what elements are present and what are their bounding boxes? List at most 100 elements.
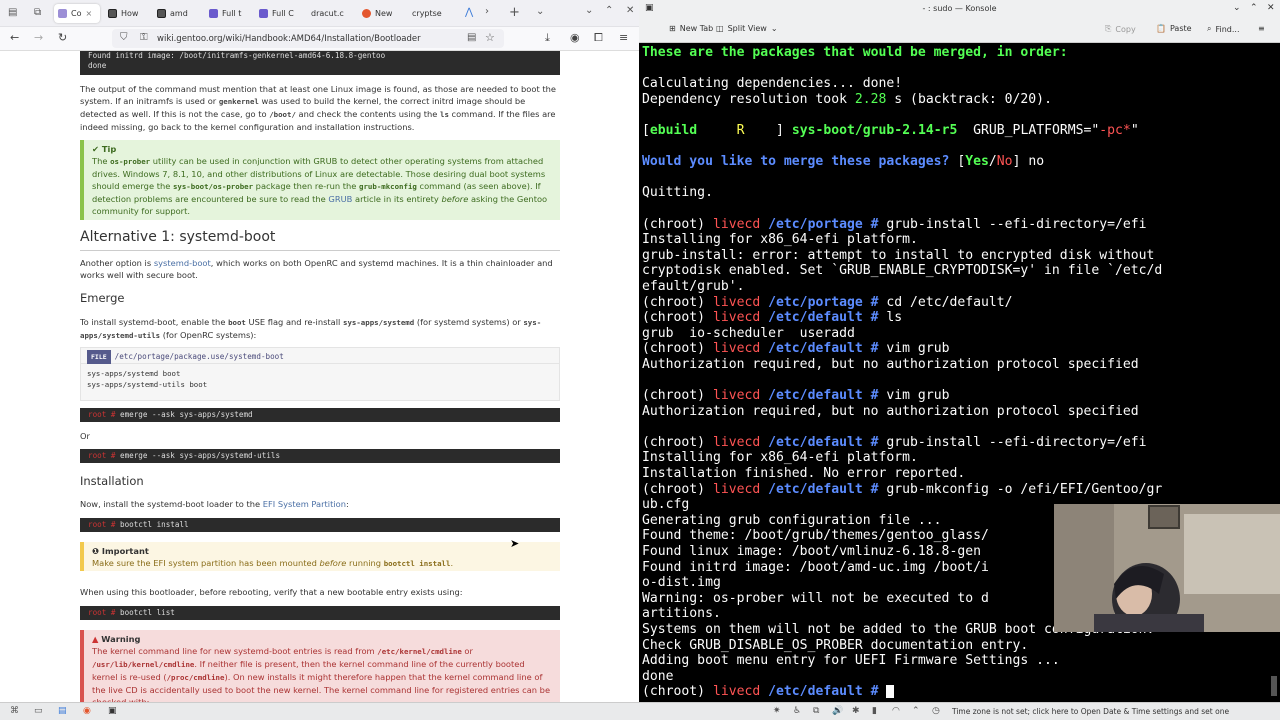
tab[interactable]: Full C — [259, 4, 299, 23]
reader-view-icon[interactable]: ▤ — [467, 32, 476, 43]
page-favicon-icon[interactable]: ⋀ — [465, 7, 473, 18]
forward-icon[interactable]: → — [34, 31, 43, 44]
accessibility-icon[interactable]: ♿ — [793, 706, 801, 716]
menu-button[interactable]: ≡ — [1258, 24, 1265, 33]
maximize-icon[interactable]: ⌃ — [1250, 0, 1258, 17]
app-launcher-icon[interactable]: ⌘ — [10, 706, 19, 716]
systemd-boot-link[interactable]: systemd-boot — [154, 258, 211, 268]
url-text[interactable]: wiki.gentoo.org/wiki/Handbook:AMD64/Inst… — [157, 34, 421, 44]
tab-close-icon[interactable]: × — [85, 9, 92, 18]
tip-body: The os-prober utility can be used in con… — [92, 155, 552, 217]
tab-list-icon[interactable]: ▤ — [8, 7, 17, 18]
tab[interactable]: How — [108, 4, 146, 23]
terminal-line: (chroot) livecd /etc/default # vim grub — [642, 341, 1274, 357]
prompt-dir: /etc/default # — [760, 341, 879, 357]
close-icon[interactable]: ✕ — [626, 5, 634, 16]
konsole-taskbar-icon[interactable]: ▣ — [108, 706, 117, 716]
shield-icon[interactable]: ⛉ — [120, 32, 128, 43]
text: Make sure the EFI system partition has b… — [92, 558, 320, 568]
lock-icon[interactable]: ⚿ — [140, 32, 148, 43]
split-view-button[interactable]: ◫ Split View ⌄ — [716, 24, 778, 33]
copy-button[interactable]: ⎘ Copy — [1105, 24, 1136, 34]
tab[interactable]: Full t — [209, 4, 249, 23]
tab[interactable]: amd — [157, 4, 197, 23]
battery-icon[interactable]: ▮ — [872, 706, 877, 716]
bluetooth-icon[interactable]: ✱ — [852, 706, 860, 716]
volume-icon[interactable]: 🔊 — [832, 706, 843, 716]
text: package then re-run the — [253, 181, 360, 191]
text: Dependency resolution took — [642, 91, 855, 107]
tab[interactable]: cryptse — [412, 4, 452, 23]
prompt-host: livecd — [712, 341, 761, 357]
text: Another option is — [80, 258, 154, 268]
desktop-icon[interactable]: ▭ — [34, 706, 43, 716]
bookmark-star-icon[interactable]: ☆ — [485, 31, 495, 44]
split-view-icon: ◫ — [716, 24, 724, 33]
tab-active[interactable]: Co × — [54, 4, 100, 23]
warning-body: The kernel command line for new systemd-… — [92, 645, 552, 702]
text: -pc* — [1099, 122, 1131, 138]
new-tab-icon[interactable]: + — [509, 5, 520, 20]
tray-icon[interactable]: ✷ — [773, 706, 781, 716]
tab[interactable]: dracut.c — [311, 4, 355, 23]
important-body: Make sure the EFI system partition has b… — [92, 557, 552, 570]
terminal-line: (chroot) livecd /etc/portage # cd /etc/d… — [642, 295, 1274, 311]
extensions-puzzle-icon[interactable]: ⧠ — [594, 31, 603, 45]
terminal-line: Authorization required, but no authoriza… — [642, 403, 1139, 419]
tab[interactable]: New — [362, 4, 402, 23]
minimize-icon[interactable]: ⌄ — [585, 5, 593, 16]
terminal-line: Adding boot menu entry for UEFI Firmware… — [642, 653, 1060, 669]
inline-code[interactable]: sys-apps/systemd — [343, 318, 414, 327]
important-box: ❶ Important Make sure the EFI system par… — [80, 542, 560, 571]
back-icon[interactable]: ← — [10, 31, 19, 44]
file-line: sys-apps/systemd boot — [87, 369, 181, 378]
downloads-icon[interactable]: ⤓ — [545, 31, 550, 45]
timezone-tooltip[interactable]: Time zone is not set; click here to Open… — [952, 707, 1229, 716]
chevron-right-icon[interactable]: › — [485, 6, 489, 17]
chevron-up-icon[interactable]: ⌃ — [912, 706, 920, 716]
command-text: bootctl install — [120, 520, 189, 529]
reload-icon[interactable]: ↻ — [58, 31, 67, 44]
text: Yes — [965, 154, 989, 170]
prompt-host: livecd — [712, 388, 761, 404]
find-button[interactable]: ⌕ Find... — [1207, 24, 1240, 34]
paragraph: Another option is systemd-boot, which wo… — [80, 257, 560, 281]
new-tab-button[interactable]: ⊞ New Tab — [669, 24, 713, 33]
extension-icon[interactable]: ◉ — [570, 31, 580, 44]
terminal-cursor — [886, 685, 895, 699]
firefox-icon[interactable]: ◉ — [83, 706, 91, 716]
url-bar[interactable]: ⛉ ⚿ wiki.gentoo.org/wiki/Handbook:AMD64/… — [112, 29, 504, 48]
terminal-line: (chroot) livecd /etc/default # grub-inst… — [642, 435, 1274, 451]
grub-link[interactable]: GRUB — [328, 194, 352, 204]
scrollbar-thumb[interactable] — [1271, 676, 1277, 696]
command-block: root # bootctl install — [80, 518, 560, 532]
clock-icon[interactable]: ◷ — [932, 706, 940, 716]
firefox-window: ▤ ⧉ Co × How amd Full t Full C dracut.c N… — [0, 0, 639, 702]
menu-icon[interactable]: ≡ — [619, 31, 628, 44]
tab-overview-icon[interactable]: ⧉ — [34, 7, 41, 18]
efi-partition-link[interactable]: EFI System Partition — [263, 499, 346, 509]
text: and check the contents using the — [295, 109, 440, 119]
network-icon[interactable]: ◠ — [892, 706, 900, 716]
terminal-line: grub io-scheduler useradd — [642, 325, 855, 341]
close-icon[interactable]: ✕ — [1267, 0, 1275, 17]
paste-button[interactable]: 📋 Paste — [1156, 24, 1192, 33]
page-favicon-icon — [209, 9, 218, 18]
file-manager-icon[interactable]: ▤ — [58, 706, 67, 716]
page-content: Found initrd image: /boot/initramfs-genk… — [0, 51, 639, 702]
warning-title-text: Warning — [101, 634, 141, 644]
important-title-text: Important — [101, 546, 149, 556]
chevron-down-icon[interactable]: ⌄ — [536, 6, 544, 17]
file-contents: sys-apps/systemd boot sys-apps/systemd-u… — [81, 364, 559, 394]
minimize-icon[interactable]: ⌄ — [1233, 0, 1241, 17]
command: grub-mkconfig -o /efi/EFI/Gentoo/gr — [878, 481, 1163, 497]
clipboard-icon[interactable]: ⧉ — [813, 706, 819, 716]
text: (for systemd systems) or — [414, 317, 524, 327]
text: (for OpenRC systems): — [160, 330, 257, 340]
inline-code[interactable]: boot — [228, 318, 246, 327]
text: . — [450, 558, 454, 568]
command-text: emerge --ask sys-apps/systemd-utils — [120, 451, 281, 460]
terminal-line: Would you like to merge these packages? … — [642, 154, 1274, 170]
maximize-icon[interactable]: ⌃ — [605, 5, 613, 16]
inline-code[interactable]: sys-boot/os-prober — [173, 182, 253, 191]
